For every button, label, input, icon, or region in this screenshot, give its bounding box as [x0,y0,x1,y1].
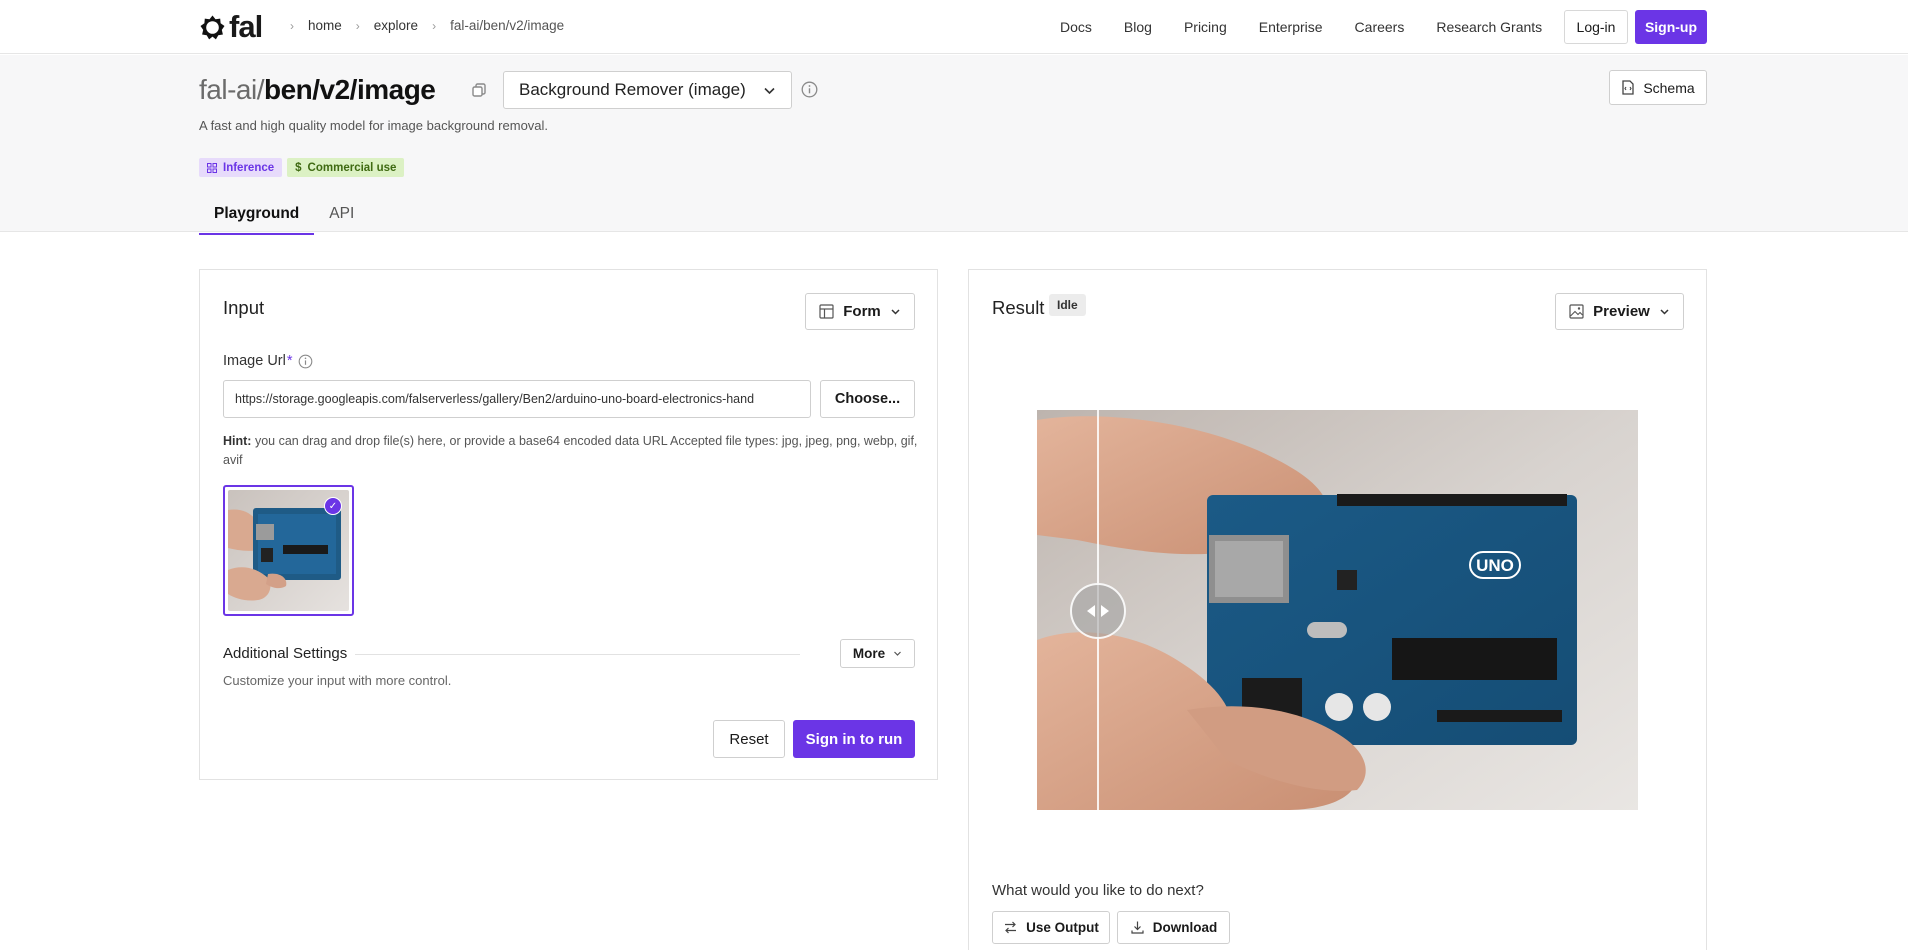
use-output-label: Use Output [1026,920,1099,935]
form-icon [819,304,834,319]
model-selector[interactable]: Background Remover (image) [503,71,792,109]
form-mode-button[interactable]: Form [805,293,915,330]
copy-icon[interactable] [471,82,487,98]
nav-links: Docs Blog Pricing Enterprise Careers Res… [1060,19,1574,35]
chevron-down-icon [891,309,900,315]
next-steps-prompt: What would you like to do next? [992,882,1204,899]
divider [355,654,800,655]
preview-mode-button[interactable]: Preview [1555,293,1684,330]
badge-commercial-label: Commercial use [307,161,397,174]
more-settings-button[interactable]: More [840,639,915,668]
preview-mode-label: Preview [1593,303,1650,320]
nav-link-pricing[interactable]: Pricing [1184,19,1227,35]
breadcrumb-current[interactable]: fal-ai/ben/v2/image [450,18,564,33]
chevron-down-icon [1660,309,1669,315]
hint-label: Hint: [223,434,252,448]
board-label: UNO [1476,556,1514,575]
nav-link-docs[interactable]: Docs [1060,19,1092,35]
breadcrumb-home[interactable]: home [308,18,342,33]
image-icon [1569,304,1584,319]
image-url-input[interactable] [223,380,811,418]
image-url-label: Image Url * [223,353,313,369]
logo-icon [200,15,225,39]
schema-icon [1622,80,1634,95]
nav-link-blog[interactable]: Blog [1124,19,1152,35]
model-tabs: Playground API [199,200,369,235]
arrows-swap-icon [1005,921,1017,934]
additional-settings-title: Additional Settings [223,645,348,662]
result-panel: Result Idle Preview UNO What would you l… [968,269,1707,950]
choose-file-button[interactable]: Choose... [820,380,915,418]
dollar-icon: $ [295,161,302,174]
breadcrumb-explore[interactable]: explore [374,18,418,33]
chevron-down-icon [764,87,775,94]
chevron-right-icon: › [355,18,360,33]
additional-settings-description: Customize your input with more control. [223,673,452,688]
result-photo: UNO [1037,410,1638,810]
use-output-button[interactable]: Use Output [992,911,1110,944]
tab-playground[interactable]: Playground [199,200,315,235]
fal-logo[interactable]: fal [199,9,263,44]
result-comparison-image[interactable]: UNO [1037,410,1638,810]
thumbnail-image: ✓ [228,490,349,611]
model-namespace: fal-ai/ [199,74,264,105]
breadcrumb: › home › explore › fal-ai/ben/v2/image [290,18,578,33]
download-label: Download [1152,920,1218,935]
more-label: More [852,646,886,661]
image-url-label-text: Image Url [223,353,286,369]
page-title: fal-ai/ben/v2/image [199,73,436,107]
check-icon: ✓ [324,497,342,515]
comparison-slider-handle[interactable] [1070,583,1126,639]
chevron-down-icon [894,651,902,656]
model-selector-value: Background Remover (image) [519,80,746,99]
schema-label: Schema [1643,79,1695,96]
model-badges: Inference $ Commercial use [199,158,405,177]
badge-commercial: $ Commercial use [287,158,405,177]
badge-inference-label: Inference [223,161,275,174]
hint-text: you can drag and drop file(s) here, or p… [223,434,918,467]
signup-button[interactable]: Sign-up [1635,10,1707,44]
nav-link-research-grants[interactable]: Research Grants [1436,19,1542,35]
logo-text: fal [229,9,263,44]
nav-link-enterprise[interactable]: Enterprise [1259,19,1323,35]
tab-api[interactable]: API [314,200,369,234]
info-icon[interactable] [801,81,818,98]
chevron-right-icon: › [290,18,294,33]
sign-in-to-run-button[interactable]: Sign in to run [793,720,915,758]
image-thumbnail[interactable]: ✓ [223,485,354,616]
download-icon [1131,921,1144,934]
required-mark: * [286,353,293,369]
reset-button[interactable]: Reset [713,720,785,758]
chevron-right-icon: › [432,18,437,33]
result-title: Result [992,297,1045,318]
status-badge: Idle [1049,294,1086,316]
schema-button[interactable]: Schema [1609,70,1707,105]
model-name: ben/v2/image [263,74,436,105]
grid-icon [207,162,217,173]
input-panel: Input Form Image Url* Choose... Hint: yo… [199,269,938,780]
badge-inference: Inference [199,158,283,177]
input-title: Input [223,297,265,318]
info-icon[interactable] [298,354,313,369]
form-mode-label: Form [843,303,881,320]
nav-link-careers[interactable]: Careers [1355,19,1405,35]
slider-arrows-icon [1087,605,1109,617]
download-button[interactable]: Download [1117,911,1230,944]
login-button[interactable]: Log-in [1564,10,1628,44]
model-description: A fast and high quality model for image … [199,118,549,133]
top-navbar: fal › home › explore › fal-ai/ben/v2/ima… [0,0,1908,54]
upload-hint: Hint: you can drag and drop file(s) here… [223,432,923,470]
